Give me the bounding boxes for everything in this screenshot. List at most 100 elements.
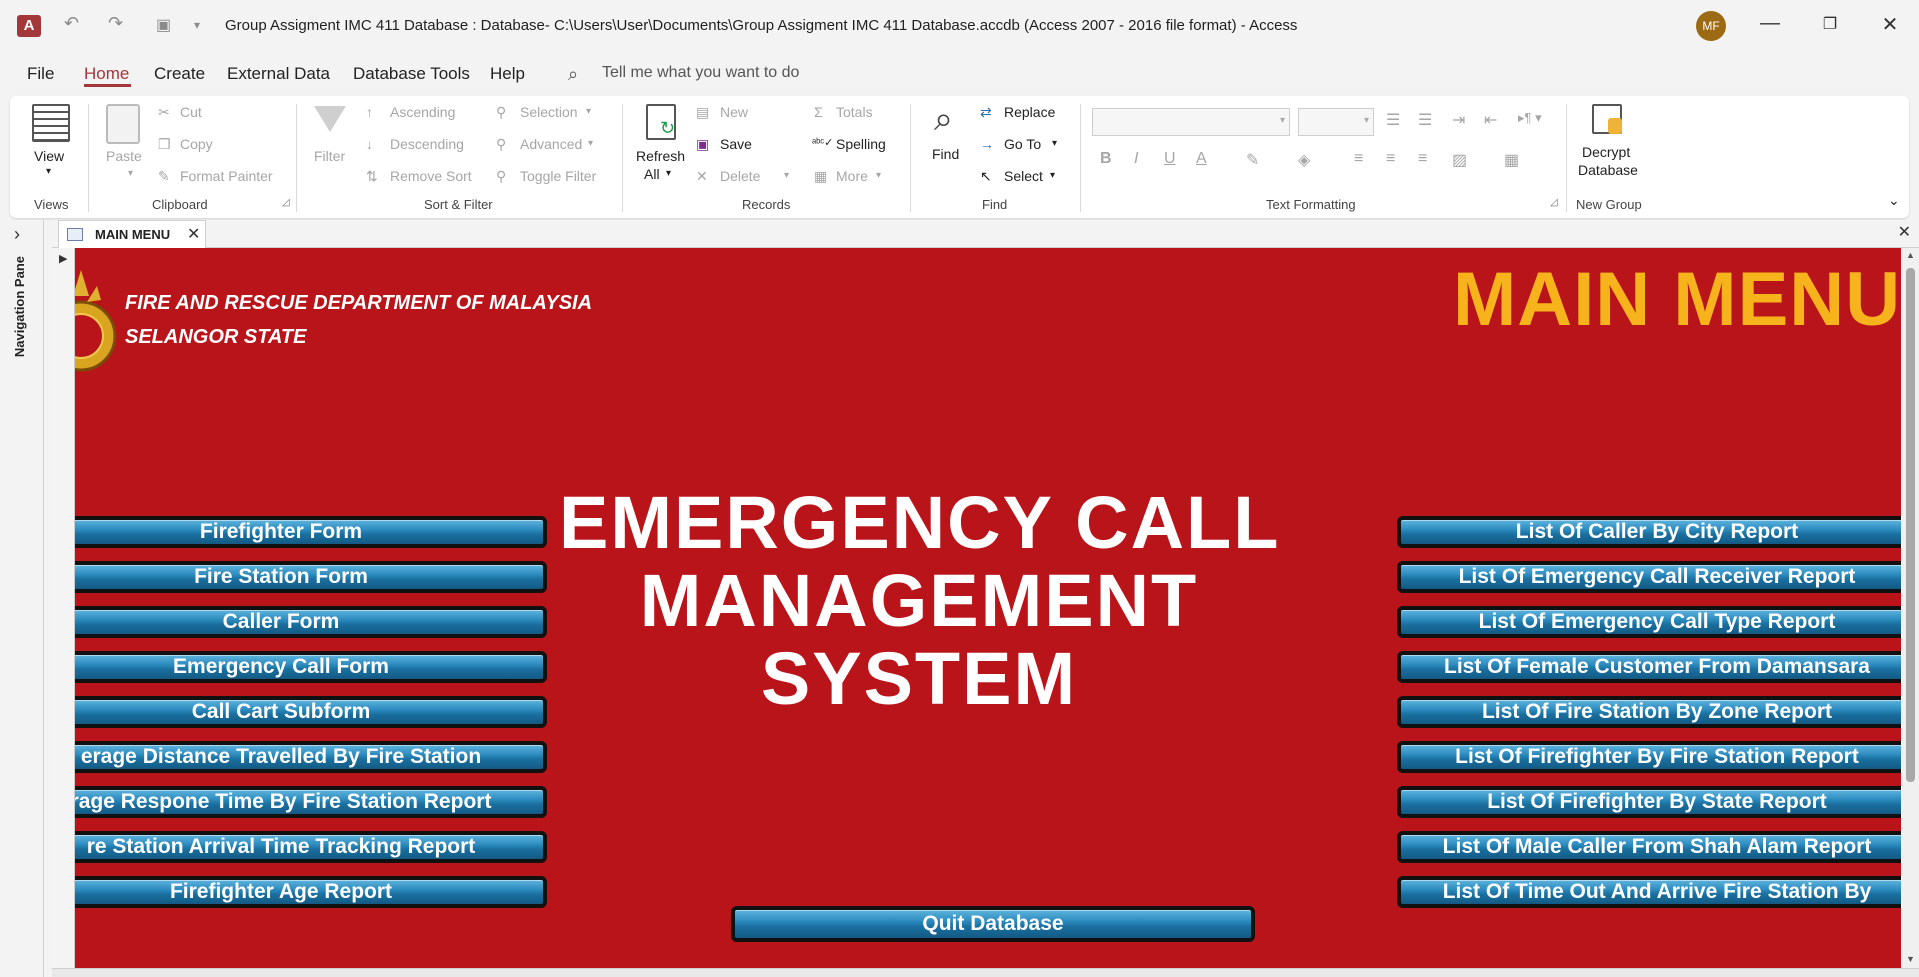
view-chevron-icon[interactable]: ▾: [46, 166, 51, 177]
toggle-filter-button[interactable]: Toggle Filter: [520, 168, 596, 184]
clipboard-launcher-icon[interactable]: ◿: [282, 197, 290, 208]
bold-button[interactable]: B: [1100, 150, 1112, 168]
new-record-button[interactable]: New: [720, 104, 748, 120]
advanced-chevron-icon[interactable]: ▾: [588, 138, 593, 149]
customize-toolbar-icon[interactable]: ▾: [194, 18, 200, 32]
decrypt-label[interactable]: Decrypt: [1582, 144, 1630, 160]
advanced-icon[interactable]: ⚲: [496, 136, 506, 153]
scroll-down-icon[interactable]: ▼: [1906, 954, 1915, 964]
gridlines-icon[interactable]: ▦: [1504, 150, 1519, 170]
bullets-icon[interactable]: ☰: [1386, 110, 1400, 130]
emergency-call-form-button[interactable]: Emergency Call Form: [75, 651, 547, 683]
format-painter-button[interactable]: Format Painter: [180, 168, 273, 184]
increase-indent-icon[interactable]: ⇥: [1452, 110, 1465, 130]
form-view-icon[interactable]: ▣: [156, 15, 171, 35]
replace-icon[interactable]: ⇄: [980, 104, 992, 121]
copy-icon[interactable]: ❐: [158, 136, 171, 153]
totals-icon[interactable]: Σ: [814, 104, 823, 120]
ascending-icon[interactable]: ↑: [366, 104, 373, 120]
paste-chevron-icon[interactable]: ▾: [128, 168, 133, 179]
align-center-icon[interactable]: ≡: [1386, 150, 1395, 168]
tab-file[interactable]: File: [27, 64, 54, 84]
delete-chevron-icon[interactable]: ▾: [784, 170, 789, 181]
fire-station-by-zone-report-button[interactable]: List Of Fire Station By Zone Report: [1397, 696, 1901, 728]
find-button[interactable]: Find: [932, 146, 959, 162]
format-painter-icon[interactable]: ✎: [158, 168, 170, 185]
tell-me-search[interactable]: Tell me what you want to do: [602, 64, 799, 82]
undo-icon[interactable]: ↶: [64, 13, 79, 34]
quit-database-button[interactable]: Quit Database: [731, 906, 1255, 942]
call-type-report-button[interactable]: List Of Emergency Call Type Report: [1397, 606, 1901, 638]
select-button[interactable]: Select: [1004, 168, 1043, 184]
record-selector[interactable]: ▶: [52, 248, 75, 968]
decrypt-database-icon[interactable]: [1592, 104, 1622, 134]
cut-icon[interactable]: ✂: [158, 104, 170, 121]
ascending-button[interactable]: Ascending: [390, 104, 455, 120]
scroll-up-icon[interactable]: ▲: [1906, 250, 1915, 260]
call-cart-subform-button[interactable]: Call Cart Subform: [75, 696, 547, 728]
alternate-row-color-icon[interactable]: ▨: [1452, 150, 1467, 170]
arrival-time-tracking-report-button[interactable]: re Station Arrival Time Tracking Report: [75, 831, 547, 863]
align-right-icon[interactable]: ≡: [1418, 150, 1427, 168]
underline-button[interactable]: U: [1164, 150, 1176, 168]
cut-button[interactable]: Cut: [180, 104, 202, 120]
more-button[interactable]: More: [836, 168, 868, 184]
paste-icon[interactable]: [106, 104, 140, 144]
refresh-icon[interactable]: ↻: [646, 104, 676, 140]
decrease-indent-icon[interactable]: ⇤: [1484, 110, 1497, 130]
toggle-filter-icon[interactable]: ⚲: [496, 168, 506, 185]
filter-button[interactable]: Filter: [314, 148, 345, 164]
doc-tab-main-menu[interactable]: MAIN MENU ✕: [58, 220, 206, 248]
fire-station-form-button[interactable]: Fire Station Form: [75, 561, 547, 593]
text-formatting-launcher-icon[interactable]: ◿: [1550, 197, 1558, 208]
record-navigation-bar[interactable]: [52, 968, 1919, 977]
time-out-arrive-report-button[interactable]: List Of Time Out And Arrive Fire Station…: [1397, 876, 1901, 908]
remove-sort-icon[interactable]: ⇅: [366, 168, 378, 185]
italic-button[interactable]: I: [1134, 150, 1138, 168]
fill-color-icon[interactable]: ◈: [1298, 150, 1310, 170]
replace-button[interactable]: Replace: [1004, 104, 1055, 120]
select-icon[interactable]: ↖: [980, 168, 992, 185]
tab-home[interactable]: Home: [84, 64, 129, 84]
minimize-icon[interactable]: —: [1750, 12, 1790, 35]
call-receiver-report-button[interactable]: List Of Emergency Call Receiver Report: [1397, 561, 1901, 593]
paragraph-direction-icon[interactable]: ▸¶ ▾: [1518, 110, 1542, 126]
font-color-button[interactable]: A: [1196, 150, 1207, 168]
highlight-icon[interactable]: ✎: [1246, 150, 1259, 170]
close-document-icon[interactable]: ✕: [1898, 222, 1911, 242]
totals-button[interactable]: Totals: [836, 104, 873, 120]
save-button[interactable]: Save: [720, 136, 752, 152]
restore-icon[interactable]: ❐: [1810, 14, 1850, 34]
tab-create[interactable]: Create: [154, 64, 205, 84]
refresh-button[interactable]: Refresh: [636, 148, 685, 164]
spelling-button[interactable]: Spelling: [836, 136, 886, 152]
expand-nav-icon[interactable]: ›: [14, 224, 20, 245]
navigation-pane[interactable]: › Navigation Pane: [0, 220, 44, 977]
selection-chevron-icon[interactable]: ▾: [586, 106, 591, 117]
average-response-time-report-button[interactable]: rage Respone Time By Fire Station Report: [75, 786, 547, 818]
selection-icon[interactable]: ⚲: [496, 104, 506, 121]
close-window-icon[interactable]: ✕: [1870, 12, 1910, 37]
font-name-select[interactable]: ▾: [1092, 108, 1290, 136]
goto-button[interactable]: Go To: [1004, 136, 1041, 152]
goto-chevron-icon[interactable]: ▾: [1052, 138, 1057, 149]
average-distance-report-button[interactable]: erage Distance Travelled By Fire Station: [75, 741, 547, 773]
paste-button[interactable]: Paste: [106, 148, 142, 164]
avatar[interactable]: MF: [1696, 11, 1726, 41]
filter-icon[interactable]: [314, 106, 346, 132]
firefighter-by-station-report-button[interactable]: List Of Firefighter By Fire Station Repo…: [1397, 741, 1901, 773]
firefighter-form-button[interactable]: Firefighter Form: [75, 516, 547, 548]
more-icon[interactable]: ▦: [814, 168, 827, 185]
refresh-chevron-icon[interactable]: ▾: [666, 168, 671, 179]
delete-icon[interactable]: ✕: [696, 168, 708, 185]
firefighter-by-state-report-button[interactable]: List Of Firefighter By State Report: [1397, 786, 1901, 818]
align-left-icon[interactable]: ≡: [1354, 150, 1363, 168]
copy-button[interactable]: Copy: [180, 136, 213, 152]
delete-button[interactable]: Delete: [720, 168, 760, 184]
remove-sort-button[interactable]: Remove Sort: [390, 168, 472, 184]
vertical-scrollbar[interactable]: ▲ ▼: [1902, 248, 1919, 968]
female-customer-damansara-button[interactable]: List Of Female Customer From Damansara: [1397, 651, 1901, 683]
spelling-icon[interactable]: ᵃᵇᶜ✓: [812, 136, 833, 149]
descending-button[interactable]: Descending: [390, 136, 464, 152]
new-record-icon[interactable]: ▤: [696, 104, 709, 121]
